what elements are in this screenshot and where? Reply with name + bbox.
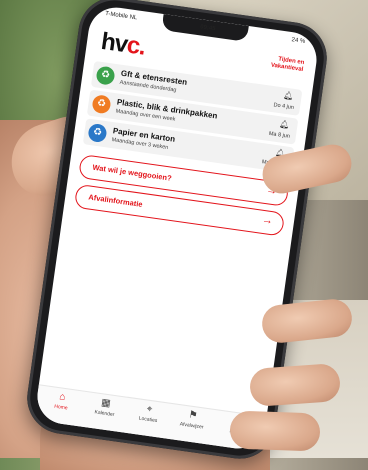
nav-locations[interactable]: ⌖ Locaties: [127, 401, 171, 426]
nav-waste-guide[interactable]: ⚑ Afvalwijzer: [170, 407, 214, 432]
plastic-bin-icon: ♻: [91, 94, 112, 115]
battery-level: 24 %: [291, 37, 306, 45]
arrow-right-icon: →: [261, 213, 274, 228]
button-label: Wat wil je weggooien?: [92, 162, 173, 183]
schedule-link[interactable]: Tijden en Vakantieval: [247, 52, 304, 74]
logo-text: hv: [99, 27, 129, 59]
clock: 09:45: [199, 24, 216, 33]
pickup-date: Ma 8 jun: [268, 130, 291, 140]
hand-finger: [229, 410, 321, 452]
hand-finger: [248, 362, 342, 408]
nav-calendar[interactable]: ▦ Kalender: [83, 395, 127, 420]
paper-bin-icon: ♻: [87, 122, 108, 144]
bell-icon[interactable]: 🔔︎: [283, 91, 294, 101]
gft-bin-icon: ♻: [95, 65, 116, 86]
bell-icon[interactable]: 🔔︎: [279, 119, 290, 129]
logo-accent: c.: [125, 31, 147, 61]
hvc-logo: hvc.: [99, 28, 146, 62]
pickup-date: Do 4 jun: [273, 102, 295, 112]
carrier-label: T-Mobile NL: [104, 10, 138, 22]
button-label: Afvalinformatie: [87, 192, 144, 209]
nav-home[interactable]: ⌂ Home: [40, 389, 84, 414]
